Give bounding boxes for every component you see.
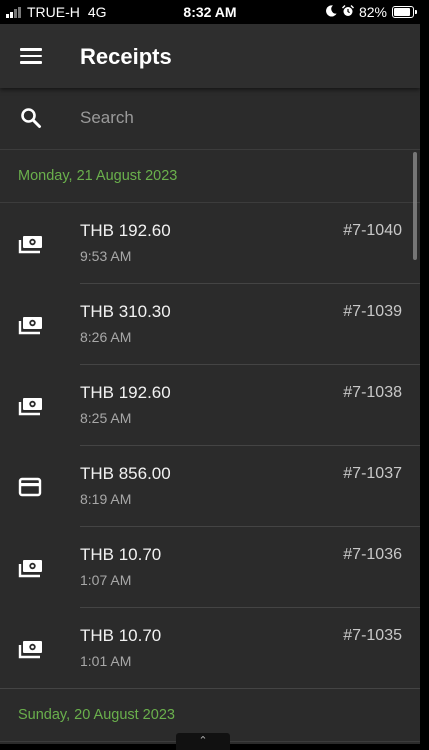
cash-icon bbox=[18, 315, 44, 335]
receipt-number: #7-1036 bbox=[343, 546, 402, 563]
battery-icon bbox=[392, 6, 417, 18]
date-group-header: Monday, 21 August 2023 bbox=[0, 150, 420, 203]
moon-icon bbox=[326, 4, 337, 20]
hamburger-menu-icon[interactable] bbox=[20, 48, 42, 64]
page-title: Receipts bbox=[80, 44, 172, 69]
receipt-time: 8:25 AM bbox=[80, 410, 132, 426]
battery-percent: 82% bbox=[358, 4, 387, 20]
search-input[interactable] bbox=[80, 104, 380, 132]
receipt-time: 1:01 AM bbox=[80, 653, 132, 669]
receipt-list[interactable]: Monday, 21 August 2023 THB 192.60 9:53 A… bbox=[0, 150, 420, 750]
receipt-amount: THB 10.70 bbox=[80, 626, 162, 645]
status-bar: TRUE-H 4G 8:32 AM 82% bbox=[0, 0, 420, 24]
receipt-number: #7-1039 bbox=[343, 303, 402, 320]
search-bar bbox=[0, 88, 420, 150]
screen-edge bbox=[420, 0, 429, 750]
receipt-time: 1:07 AM bbox=[80, 572, 132, 588]
receipt-amount: THB 856.00 bbox=[80, 464, 171, 483]
receipt-amount: THB 310.30 bbox=[80, 302, 171, 321]
chevron-up-icon[interactable]: ⌃ bbox=[176, 733, 230, 750]
receipt-amount: THB 10.70 bbox=[80, 545, 162, 564]
receipt-time: 9:53 AM bbox=[80, 248, 132, 264]
receipt-row[interactable]: THB 856.00 8:19 AM #7-1037 bbox=[0, 446, 420, 527]
alarm-icon bbox=[341, 4, 354, 20]
receipt-amount: THB 192.60 bbox=[80, 221, 171, 240]
cash-icon bbox=[18, 396, 44, 416]
receipt-row[interactable]: THB 192.60 8:25 AM #7-1038 bbox=[0, 365, 420, 446]
cash-icon bbox=[18, 558, 44, 578]
app-screen: TRUE-H 4G 8:32 AM 82% Receipts Monday, bbox=[0, 0, 420, 750]
receipt-time: 8:19 AM bbox=[80, 491, 132, 507]
receipt-row[interactable]: THB 10.70 1:01 AM #7-1035 bbox=[0, 608, 420, 689]
search-icon[interactable] bbox=[20, 107, 42, 129]
receipt-number: #7-1040 bbox=[343, 222, 402, 239]
receipt-number: #7-1037 bbox=[343, 465, 402, 482]
receipt-row[interactable]: THB 10.70 1:07 AM #7-1036 bbox=[0, 527, 420, 608]
receipt-time: 8:26 AM bbox=[80, 329, 132, 345]
receipt-number: #7-1038 bbox=[343, 384, 402, 401]
cash-icon bbox=[18, 234, 44, 254]
cash-icon bbox=[18, 639, 44, 659]
list-scrollbar[interactable] bbox=[413, 152, 417, 260]
card-icon bbox=[18, 477, 44, 497]
receipt-row[interactable]: THB 310.30 8:26 AM #7-1039 bbox=[0, 284, 420, 365]
status-right: 82% bbox=[326, 4, 417, 20]
receipt-number: #7-1035 bbox=[343, 627, 402, 644]
app-bar: Receipts bbox=[0, 24, 420, 88]
receipt-row[interactable]: THB 192.60 9:53 AM #7-1040 bbox=[0, 203, 420, 284]
receipt-amount: THB 192.60 bbox=[80, 383, 171, 402]
